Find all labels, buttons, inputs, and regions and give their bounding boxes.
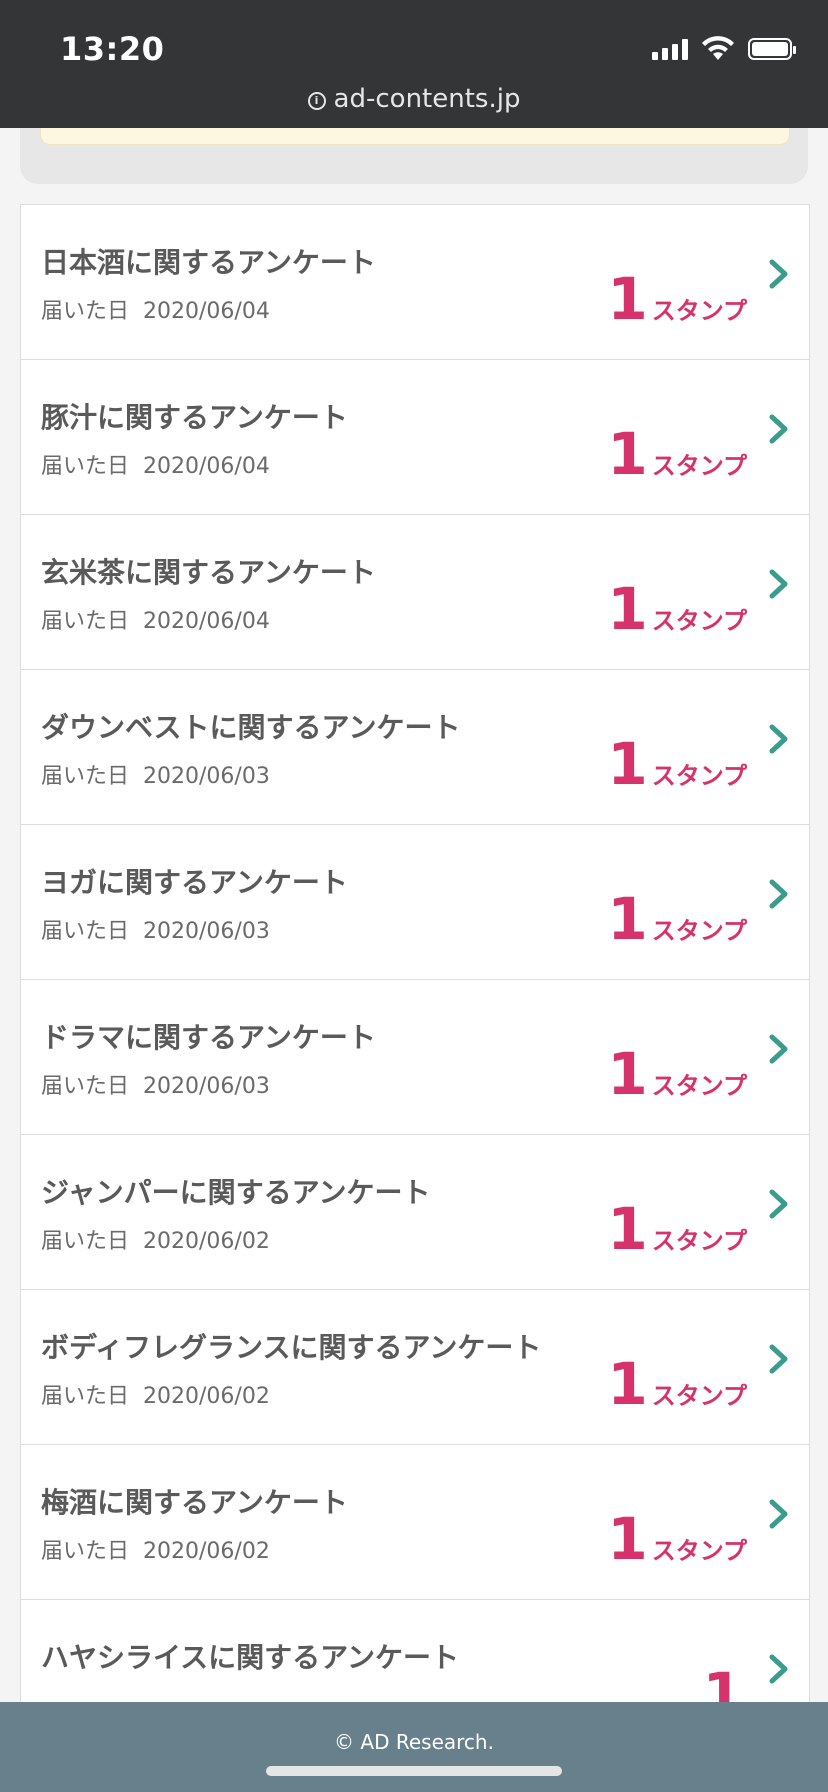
status-time: 13:20 [60,30,165,68]
stamp-count: 1 [607,1505,648,1573]
survey-list-item[interactable]: 豚汁に関するアンケート届いた日 2020/06/04 1 スタンプ [21,360,809,515]
footer: © AD Research. [0,1702,828,1792]
survey-title: ボディフレグランスに関するアンケート [41,1331,542,1364]
info-icon: i [307,92,326,110]
stamp-unit: スタンプ [651,607,747,635]
received-date-label: 届いた日 [41,1539,130,1564]
stamp-reward: 1 スタンプ [607,730,747,798]
received-date-label: 届いた日 [41,299,130,324]
received-date-label: 届いた日 [41,1384,130,1409]
received-date-value: 2020/06/04 [143,299,270,324]
survey-list: 日本酒に関するアンケート 届いた日 2020/06/04 1 スタンプ 豚汁に関するアンケ… [20,204,810,1755]
received-date-label: 届いた日 [41,454,130,479]
chevron-right-icon [769,1499,788,1529]
survey-received-date: 届いた日 2020/06/02 [41,1223,270,1255]
stamp-unit: スタンプ [651,1382,747,1410]
stamp-count: 1 [607,885,648,953]
survey-list-item[interactable]: ダウンベストに関するアンケート届いた日 2020/06/03 1 スタンプ [21,670,809,825]
stamp-reward: 1 スタンプ [607,1195,747,1263]
survey-title: 玄米茶に関するアンケート [41,556,376,589]
chevron-right-icon [769,879,788,909]
chevron-right-icon [769,1344,788,1374]
chevron-right-icon [769,259,788,289]
stamp-unit: スタンプ [651,1072,747,1100]
received-date-label: 届いた日 [41,1074,130,1099]
stamp-unit: スタンプ [651,297,747,325]
stamp-count: 1 [607,420,648,488]
chevron-right-icon [769,414,788,444]
received-date-value: 2020/06/03 [143,919,270,944]
stamp-reward: 1 スタンプ [607,1040,747,1108]
survey-title: 梅酒に関するアンケート [41,1486,348,1519]
survey-received-date: 届いた日 2020/06/04 [41,448,270,480]
received-date-value: 2020/06/02 [143,1384,270,1409]
stamp-unit: スタンプ [651,452,747,480]
received-date-value: 2020/06/02 [143,1539,270,1564]
survey-list-item[interactable]: 日本酒に関するアンケート届いた日 2020/06/04 1 スタンプ [21,205,809,360]
status-icons [652,36,796,62]
url-text: ad-contents.jp [333,84,521,114]
stamp-count: 1 [607,575,648,643]
address-bar[interactable]: i ad-contents.jp [0,84,828,114]
survey-title: ハヤシライスに関するアンケート [41,1641,460,1674]
chevron-right-icon [769,724,788,754]
received-date-label: 届いた日 [41,764,130,789]
received-date-value: 2020/06/03 [143,1074,270,1099]
stamp-unit: スタンプ [651,1537,747,1565]
survey-received-date: 届いた日 2020/06/03 [41,758,270,790]
received-date-value: 2020/06/03 [143,764,270,789]
received-date-value: 2020/06/02 [143,1229,270,1254]
footer-copyright: © AD Research. [334,1730,494,1754]
cellular-signal-icon [652,38,688,60]
received-date-label: 届いた日 [41,1229,130,1254]
stamp-reward: 1 スタンプ [607,420,747,488]
survey-title: ヨガに関するアンケート [41,866,348,899]
chevron-right-icon [769,1034,788,1064]
survey-title: ジャンパーに関するアンケート [41,1176,431,1209]
survey-received-date: 届いた日 2020/06/04 [41,603,270,635]
survey-list-item[interactable]: 玄米茶に関するアンケート届いた日 2020/06/04 1 スタンプ [21,515,809,670]
received-date-label: 届いた日 [41,609,130,634]
stamp-reward: 1 スタンプ [607,1505,747,1573]
stamp-count: 1 [607,1195,648,1263]
survey-title: 日本酒に関するアンケート [41,246,376,279]
wifi-icon [702,36,734,60]
chevron-right-icon [769,569,788,599]
survey-list-item[interactable]: ヨガに関するアンケート届いた日 2020/06/03 1 スタンプ [21,825,809,980]
received-date-value: 2020/06/04 [143,609,270,634]
chevron-right-icon [769,1189,788,1219]
survey-received-date: 届いた日 2020/06/02 [41,1533,270,1565]
stamp-count: 1 [607,265,648,333]
survey-list-item[interactable]: ドラマに関するアンケート届いた日 2020/06/03 1 スタンプ [21,980,809,1135]
top-panel-partial [20,128,808,184]
received-date-value: 2020/06/04 [143,454,270,479]
survey-received-date: 届いた日 2020/06/03 [41,1068,270,1100]
survey-title: ドラマに関するアンケート [41,1021,376,1054]
stamp-reward: 1 スタンプ [607,1350,747,1418]
survey-title: 豚汁に関するアンケート [41,401,348,434]
stamp-count: 1 [607,730,648,798]
survey-received-date: 届いた日 2020/06/03 [41,913,270,945]
chevron-right-icon [769,1654,788,1684]
browser-top-bar: 13:20 i ad-contents.jp [0,0,828,128]
stamp-unit: スタンプ [651,1227,747,1255]
stamp-count: 1 [607,1350,648,1418]
battery-icon [748,38,796,60]
stamp-count: 1 [607,1040,648,1108]
survey-list-item[interactable]: ジャンパーに関するアンケート届いた日 2020/06/02 1 スタンプ [21,1135,809,1290]
home-indicator [266,1766,562,1776]
stamp-reward: 1 スタンプ [607,265,747,333]
stamp-reward: 1 スタンプ [607,885,747,953]
stamp-unit: スタンプ [651,917,747,945]
survey-list-item[interactable]: ボディフレグランスに関するアンケート届いた日 2020/06/02 1 スタンプ [21,1290,809,1445]
survey-received-date: 届いた日 2020/06/02 [41,1378,270,1410]
survey-list-item[interactable]: 梅酒に関するアンケート届いた日 2020/06/02 1 スタンプ [21,1445,809,1600]
stamp-reward: 1 スタンプ [607,575,747,643]
notice-box-partial [40,128,790,145]
received-date-label: 届いた日 [41,919,130,944]
stamp-unit: スタンプ [651,762,747,790]
survey-received-date: 届いた日 2020/06/04 [41,293,270,325]
survey-title: ダウンベストに関するアンケート [41,711,461,744]
